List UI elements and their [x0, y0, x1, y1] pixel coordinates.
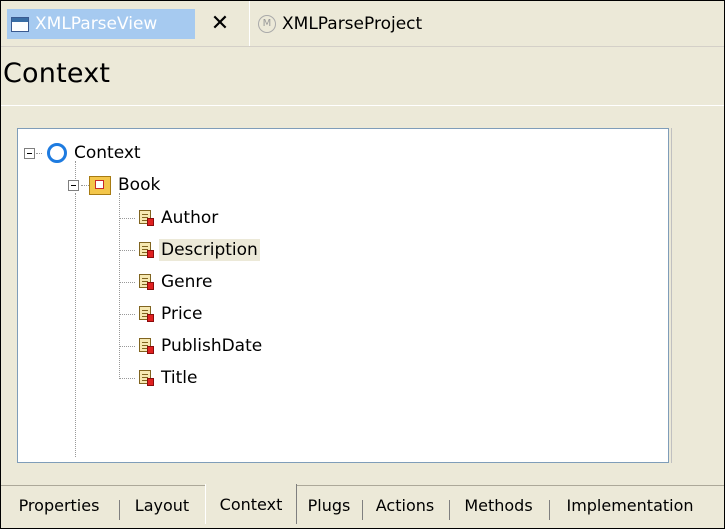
editor-tab-bar: XMLParseView ✕ M XMLParseProject	[1, 1, 724, 47]
page-title: Context	[3, 58, 111, 89]
context-node-icon	[47, 143, 67, 163]
tree-attribute-description[interactable]: Description	[139, 236, 260, 264]
title-divider	[1, 105, 724, 106]
node-icon	[89, 175, 111, 195]
tree-node-label: Author	[161, 208, 219, 228]
model-icon: M	[258, 14, 276, 33]
tree-connector	[119, 218, 135, 219]
tree-node-label: Book	[118, 175, 161, 195]
context-tree[interactable]: Context Book Author Description Genre Pr…	[17, 128, 669, 463]
properties-side-panel	[671, 128, 724, 463]
tree-node-book[interactable]: Book	[68, 171, 162, 199]
tab-plugs[interactable]: Plugs	[298, 486, 360, 524]
tree-node-label: Description	[159, 239, 260, 261]
tab-properties[interactable]: Properties	[1, 486, 117, 524]
attribute-icon	[139, 306, 154, 322]
tab-label: XMLParseProject	[282, 13, 423, 34]
tab-context[interactable]: Context	[205, 484, 297, 524]
collapse-icon[interactable]	[68, 179, 79, 191]
tab-label: XMLParseView	[35, 14, 158, 34]
attribute-icon	[139, 370, 154, 386]
attribute-icon	[139, 242, 154, 258]
tree-node-label: Title	[161, 368, 198, 388]
tree-connector	[119, 314, 135, 315]
tree-node-context[interactable]: Context	[24, 139, 143, 167]
editor-frame: XMLParseView ✕ M XMLParseProject Context…	[0, 0, 725, 529]
tree-node-label: PublishDate	[161, 336, 263, 356]
tab-implementation[interactable]: Implementation	[550, 486, 710, 524]
tab-methods[interactable]: Methods	[450, 486, 547, 524]
tree-connector	[119, 193, 120, 379]
close-tab-icon[interactable]: ✕	[207, 11, 233, 37]
tab-layout[interactable]: Layout	[120, 486, 204, 524]
tree-connector	[75, 193, 76, 457]
active-tab-title[interactable]: XMLParseView	[7, 9, 195, 39]
view-window-icon	[11, 16, 29, 32]
tree-attribute-author[interactable]: Author	[139, 204, 220, 232]
tab-actions[interactable]: Actions	[363, 486, 447, 524]
tree-attribute-publishdate[interactable]: PublishDate	[139, 332, 264, 360]
attribute-icon	[139, 210, 154, 226]
tree-connector	[119, 250, 135, 251]
tree-attribute-genre[interactable]: Genre	[139, 268, 214, 296]
tree-connector	[119, 282, 135, 283]
tree-connector	[119, 378, 135, 379]
tab-xmlparseview[interactable]: XMLParseView ✕	[1, 1, 249, 46]
tree-connector	[119, 346, 135, 347]
tree-node-label: Price	[161, 304, 203, 324]
tree-attribute-price[interactable]: Price	[139, 300, 204, 328]
tree-attribute-title[interactable]: Title	[139, 364, 199, 392]
tree-node-label: Context	[74, 143, 141, 163]
tab-xmlparseproject[interactable]: M XMLParseProject	[249, 1, 509, 46]
attribute-icon	[139, 338, 154, 354]
attribute-icon	[139, 274, 154, 290]
editor-page-tabs: Properties Layout Context Plugs Actions …	[1, 484, 724, 526]
collapse-icon[interactable]	[24, 147, 35, 159]
tree-node-label: Genre	[161, 272, 213, 292]
